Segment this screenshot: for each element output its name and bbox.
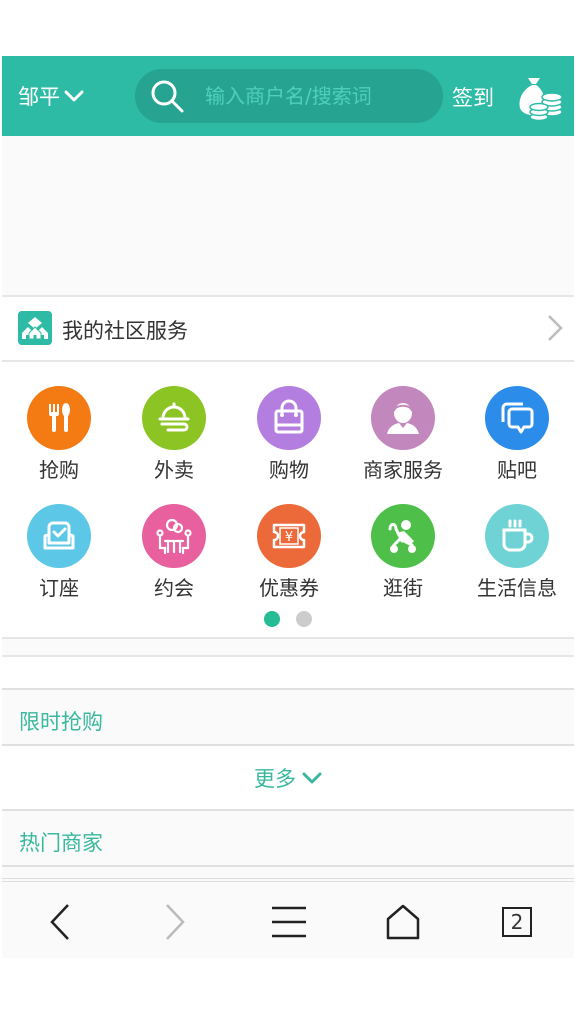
category-icon-circle [371,504,435,568]
category-label: 商家服务 [363,458,443,482]
category-icon-circle [485,504,549,568]
search-icon [151,80,184,113]
category-label: 外卖 [154,458,194,482]
category-label: 约会 [154,576,194,600]
page-dot[interactable] [296,611,312,627]
category-icon-circle [371,386,435,450]
top-header: 邹平 签到 [2,56,574,136]
coffee-cup-icon [502,519,534,552]
category-icon-circle [27,386,91,450]
category-item-merchant-service[interactable]: 商家服务 [346,362,460,482]
chevron-down-icon [64,90,84,102]
category-item-forum[interactable]: 贴吧 [460,362,574,482]
coupon-icon: ¥ [272,523,306,549]
community-title: 我的社区服务 [62,319,188,343]
hamburger-menu-icon [272,906,306,938]
category-icon-circle [27,504,91,568]
food-cover-icon [158,402,190,432]
category-icon-circle [257,386,321,450]
category-icon-circle [142,504,206,568]
chevron-right-icon [548,315,563,341]
category-item-takeout[interactable]: 外卖 [117,362,231,482]
category-label: 购物 [269,458,309,482]
chevron-right-icon [166,904,185,940]
hot-merchants-header: 热门商家 [2,811,574,867]
signin-button[interactable]: 签到 [452,82,494,112]
dating-table-icon [156,518,192,555]
category-item-coupon[interactable]: ¥ 优惠券 [232,480,346,600]
tab-count-icon: 2 [502,907,532,937]
more-label: 更多 [254,766,296,791]
city-name: 邹平 [18,85,60,109]
browser-bottom-nav: 2 [2,878,574,958]
category-item-reserve-seat[interactable]: 订座 [2,480,116,600]
category-icon-circle [485,386,549,450]
category-item-life-info[interactable]: 生活信息 [460,480,574,600]
category-item-dating[interactable]: 约会 [117,480,231,600]
category-label: 订座 [39,576,79,600]
category-item-stroll[interactable]: 逛街 [346,480,460,600]
hot-merchants-title: 热门商家 [19,831,103,855]
chat-bubbles-icon [501,402,534,434]
home-icon [386,904,420,940]
category-label: 贴吧 [497,458,537,482]
category-label: 生活信息 [477,576,557,600]
category-icon-circle [142,386,206,450]
banner-area[interactable] [2,136,574,297]
category-item-flash-sale[interactable]: 抢购 [2,362,116,482]
sofa-icon [43,521,75,550]
more-button[interactable]: 更多 [2,746,574,811]
money-bag-icon[interactable] [514,72,564,122]
page-indicator [264,611,312,627]
category-label: 优惠券 [259,576,319,600]
shopping-bag-icon [274,399,304,434]
cutlery-icon [49,403,70,432]
flash-sale-header: 限时抢购 [2,690,574,746]
app-screen: 邹平 签到 [2,56,574,958]
stroller-icon [388,520,416,553]
page-dot-active[interactable] [264,611,280,627]
back-button[interactable] [35,900,85,944]
category-item-shopping[interactable]: 购物 [232,362,346,482]
forward-button[interactable] [150,900,200,944]
city-selector[interactable]: 邹平 [18,80,84,112]
tabs-button[interactable]: 2 [492,900,542,944]
search-input[interactable] [203,83,427,109]
community-services-row[interactable]: 我的社区服务 [2,297,574,362]
svg-text:¥: ¥ [285,530,293,545]
community-houses-icon [18,311,52,345]
menu-button[interactable] [264,900,314,944]
category-label: 抢购 [39,458,79,482]
category-label: 逛街 [383,576,423,600]
chevron-down-icon [302,772,322,783]
category-icon-circle: ¥ [257,504,321,568]
section-divider [2,639,574,657]
section-spacer [2,657,574,690]
merchant-person-icon [387,403,419,434]
category-grid: 抢购 外卖 购物 商家服务 贴吧 订座 约会 ¥ 优惠券 逛街 生活信息 [2,362,574,639]
search-bar[interactable] [135,69,443,123]
flash-sale-title: 限时抢购 [19,710,103,734]
home-button[interactable] [378,900,428,944]
chevron-left-icon [50,904,69,940]
